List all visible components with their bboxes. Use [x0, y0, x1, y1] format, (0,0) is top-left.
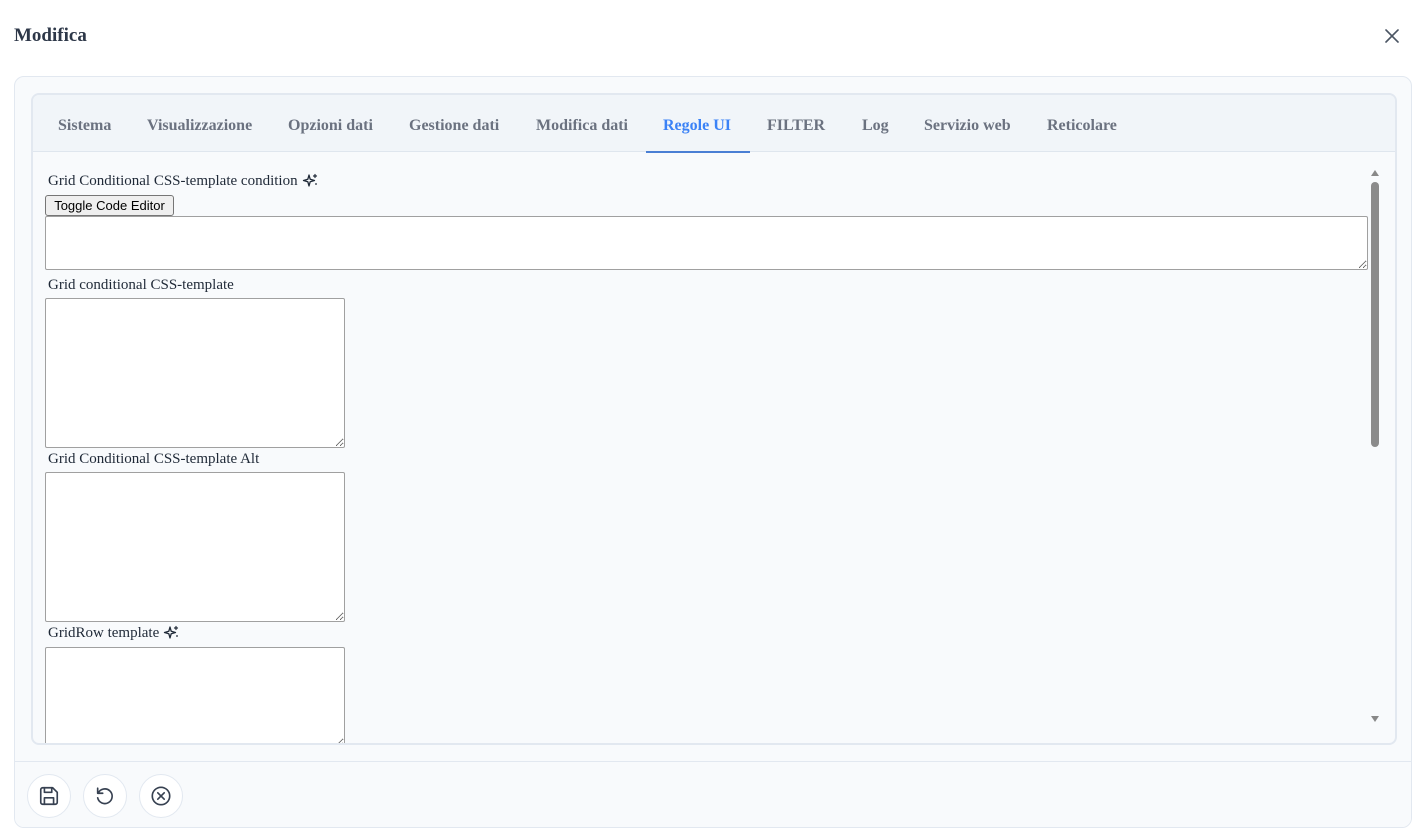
cancel-button[interactable] [139, 774, 183, 818]
content-scrollbar[interactable] [1369, 169, 1381, 725]
scroll-thumb[interactable] [1371, 182, 1379, 447]
gridrow-template-label: GridRow template [48, 625, 180, 642]
cancel-circle-icon [151, 786, 171, 806]
tab-visualizzazione[interactable]: Visualizzazione [147, 95, 252, 152]
tab-reticolare[interactable]: Reticolare [1047, 95, 1117, 152]
dialog-footer [15, 761, 1411, 827]
dialog-title: Modifica [14, 25, 87, 46]
css-template-label: Grid conditional CSS-template [48, 277, 234, 293]
tab-bar: Sistema Visualizzazione Opzioni dati Ges… [33, 95, 1395, 153]
tab-opzioni-dati[interactable]: Opzioni dati [288, 95, 373, 152]
tab-modifica-dati[interactable]: Modifica dati [536, 95, 628, 152]
tab-servizio-web[interactable]: Servizio web [924, 95, 1011, 152]
tab-log[interactable]: Log [862, 95, 889, 152]
scroll-down-arrow-icon[interactable] [1371, 716, 1379, 722]
save-button[interactable] [27, 774, 71, 818]
close-button[interactable] [1380, 24, 1404, 48]
css-condition-input[interactable] [45, 216, 1368, 270]
toggle-code-editor-button[interactable]: Toggle Code Editor [45, 195, 174, 216]
gridrow-template-label-text: GridRow template [48, 625, 160, 641]
scroll-up-arrow-icon[interactable] [1371, 170, 1379, 176]
active-tab-indicator [646, 151, 750, 153]
css-condition-label-text: Grid Conditional CSS-template condition [48, 173, 298, 189]
sparkle-icon[interactable] [163, 625, 180, 642]
dialog-body: Sistema Visualizzazione Opzioni dati Ges… [14, 76, 1412, 828]
tab-sistema[interactable]: Sistema [58, 95, 111, 152]
css-condition-label: Grid Conditional CSS-template condition [48, 173, 319, 190]
reset-button[interactable] [83, 774, 127, 818]
css-template-input[interactable] [45, 298, 345, 448]
tab-filter[interactable]: FILTER [767, 95, 825, 152]
css-template-alt-label: Grid Conditional CSS-template Alt [48, 451, 260, 467]
tab-regole-ui[interactable]: Regole UI [663, 95, 731, 152]
tab-gestione-dati[interactable]: Gestione dati [409, 95, 499, 152]
close-icon [1385, 29, 1399, 43]
undo-icon [96, 787, 113, 805]
gridrow-template-input[interactable] [45, 647, 345, 743]
css-template-alt-input[interactable] [45, 472, 345, 622]
tab-panel: Sistema Visualizzazione Opzioni dati Ges… [31, 93, 1397, 745]
save-icon [39, 786, 59, 806]
sparkle-icon[interactable] [302, 173, 319, 190]
